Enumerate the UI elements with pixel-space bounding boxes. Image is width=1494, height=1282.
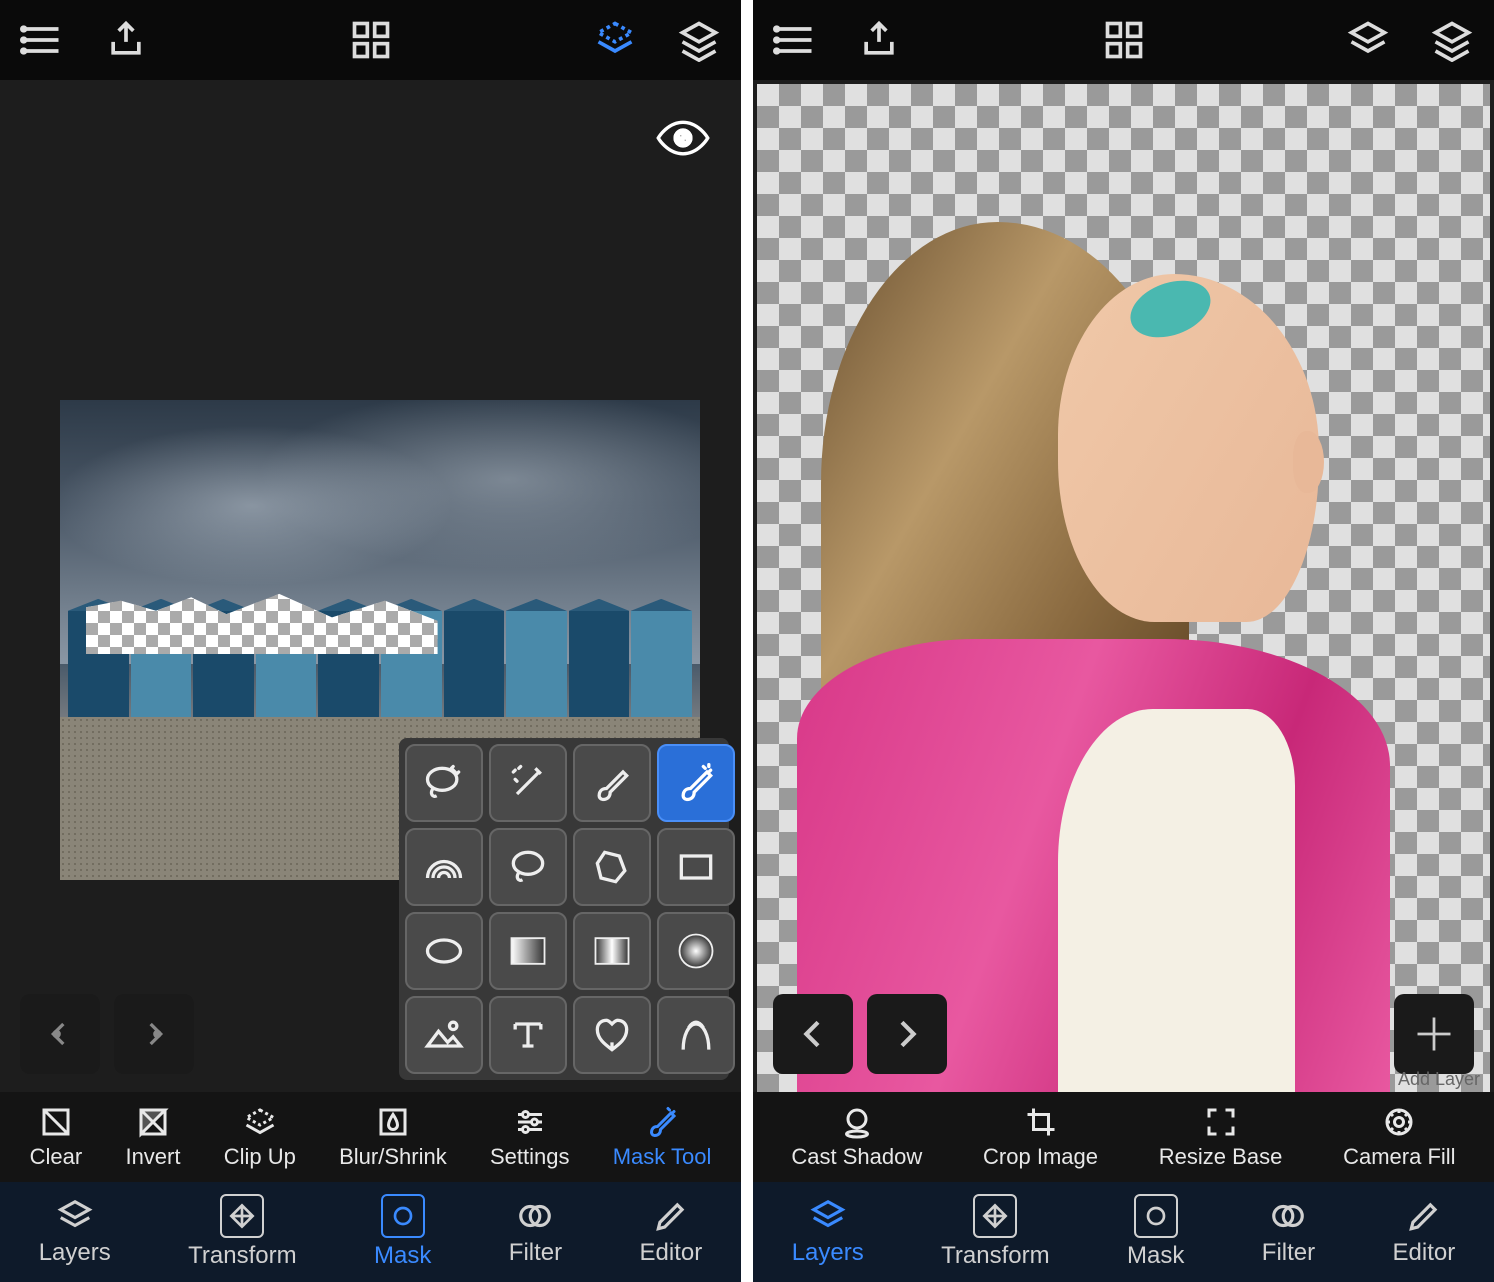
nav-mask[interactable]: Mask [374,1194,431,1270]
bottom-nav: Layers Transform Mask Filter Editor [753,1182,1494,1282]
add-layer-group [1394,994,1474,1074]
layers-stack-icon[interactable] [1430,18,1474,62]
list-icon[interactable] [773,18,817,62]
next-button[interactable] [867,994,947,1074]
label: Mask [1127,1242,1184,1270]
masktool-button[interactable]: Mask Tool [613,1104,712,1170]
nav-transform[interactable]: Transform [188,1194,296,1270]
layer-outline-icon[interactable] [1346,18,1390,62]
label: Clip Up [224,1144,296,1170]
image-icon[interactable] [405,996,483,1074]
nav-editor[interactable]: Editor [1393,1197,1456,1267]
resizebase-button[interactable]: Resize Base [1159,1104,1283,1170]
layers-stack-icon[interactable] [677,18,721,62]
top-toolbar [0,0,741,80]
label: Transform [941,1242,1049,1270]
linear-gradient-icon[interactable] [489,912,567,990]
undo-button[interactable] [20,994,100,1074]
clear-button[interactable]: Clear [30,1104,83,1170]
share-icon[interactable] [857,18,901,62]
gradient-arc-icon[interactable] [405,828,483,906]
nav-editor[interactable]: Editor [640,1197,703,1267]
grid-icon[interactable] [349,18,393,62]
layer-select-icon[interactable] [593,18,637,62]
mask-tool-palette [399,738,729,1080]
left-screen: Clear Invert Clip Up Blur/Shrink Setting… [0,0,741,1282]
add-layer-label: Add Layer [1398,1069,1480,1090]
nav-mask[interactable]: Mask [1127,1194,1184,1270]
mask-context-bar: Clear Invert Clip Up Blur/Shrink Setting… [0,1092,741,1182]
blurshrink-button[interactable]: Blur/Shrink [339,1104,447,1170]
rectangle-icon[interactable] [657,828,735,906]
mirror-gradient-icon[interactable] [573,912,651,990]
prev-button[interactable] [773,994,853,1074]
canvas-area[interactable] [0,80,741,1092]
brush-icon[interactable] [573,744,651,822]
castshadow-button[interactable]: Cast Shadow [791,1104,922,1170]
label: Resize Base [1159,1144,1283,1170]
label: Filter [1262,1239,1315,1267]
cropimage-button[interactable]: Crop Image [983,1104,1098,1170]
polygon-icon[interactable] [573,828,651,906]
radial-gradient-icon[interactable] [657,912,735,990]
settings-button[interactable]: Settings [490,1104,570,1170]
right-screen: Add Layer Cast Shadow Crop Image Resize … [753,0,1494,1282]
label: Mask Tool [613,1144,712,1170]
label: Layers [39,1239,111,1267]
layers-context-bar: Cast Shadow Crop Image Resize Base Camer… [753,1092,1494,1182]
ellipse-icon[interactable] [405,912,483,990]
nav-filter[interactable]: Filter [1262,1197,1315,1267]
lasso-magic-icon[interactable] [405,744,483,822]
label: Transform [188,1242,296,1270]
redo-button[interactable] [114,994,194,1074]
grid-icon[interactable] [1102,18,1146,62]
share-icon[interactable] [104,18,148,62]
label: Invert [125,1144,180,1170]
undo-redo [773,994,947,1074]
nav-transform[interactable]: Transform [941,1194,1049,1270]
hair-icon[interactable] [657,996,735,1074]
label: Filter [509,1239,562,1267]
canvas-area[interactable]: Add Layer [753,80,1494,1092]
undo-redo [20,994,194,1074]
label: Layers [792,1239,864,1267]
magic-wand-icon[interactable] [489,744,567,822]
camerafill-button[interactable]: Camera Fill [1343,1104,1455,1170]
nav-layers[interactable]: Layers [792,1197,864,1267]
label: Blur/Shrink [339,1144,447,1170]
label: Clear [30,1144,83,1170]
nav-layers[interactable]: Layers [39,1197,111,1267]
shape-icon[interactable] [573,996,651,1074]
invert-button[interactable]: Invert [125,1104,180,1170]
label: Crop Image [983,1144,1098,1170]
text-icon[interactable] [489,996,567,1074]
label: Cast Shadow [791,1144,922,1170]
label: Mask [374,1242,431,1270]
canvas-subject[interactable] [797,222,1390,1092]
visibility-icon[interactable] [655,120,711,156]
lasso-icon[interactable] [489,828,567,906]
clipup-button[interactable]: Clip Up [224,1104,296,1170]
label: Camera Fill [1343,1144,1455,1170]
add-layer-button[interactable] [1394,994,1474,1074]
label: Editor [640,1239,703,1267]
bottom-nav: Layers Transform Mask Filter Editor [0,1182,741,1282]
list-icon[interactable] [20,18,64,62]
magic-brush-icon[interactable] [657,744,735,822]
label: Settings [490,1144,570,1170]
label: Editor [1393,1239,1456,1267]
nav-filter[interactable]: Filter [509,1197,562,1267]
top-toolbar [753,0,1494,80]
